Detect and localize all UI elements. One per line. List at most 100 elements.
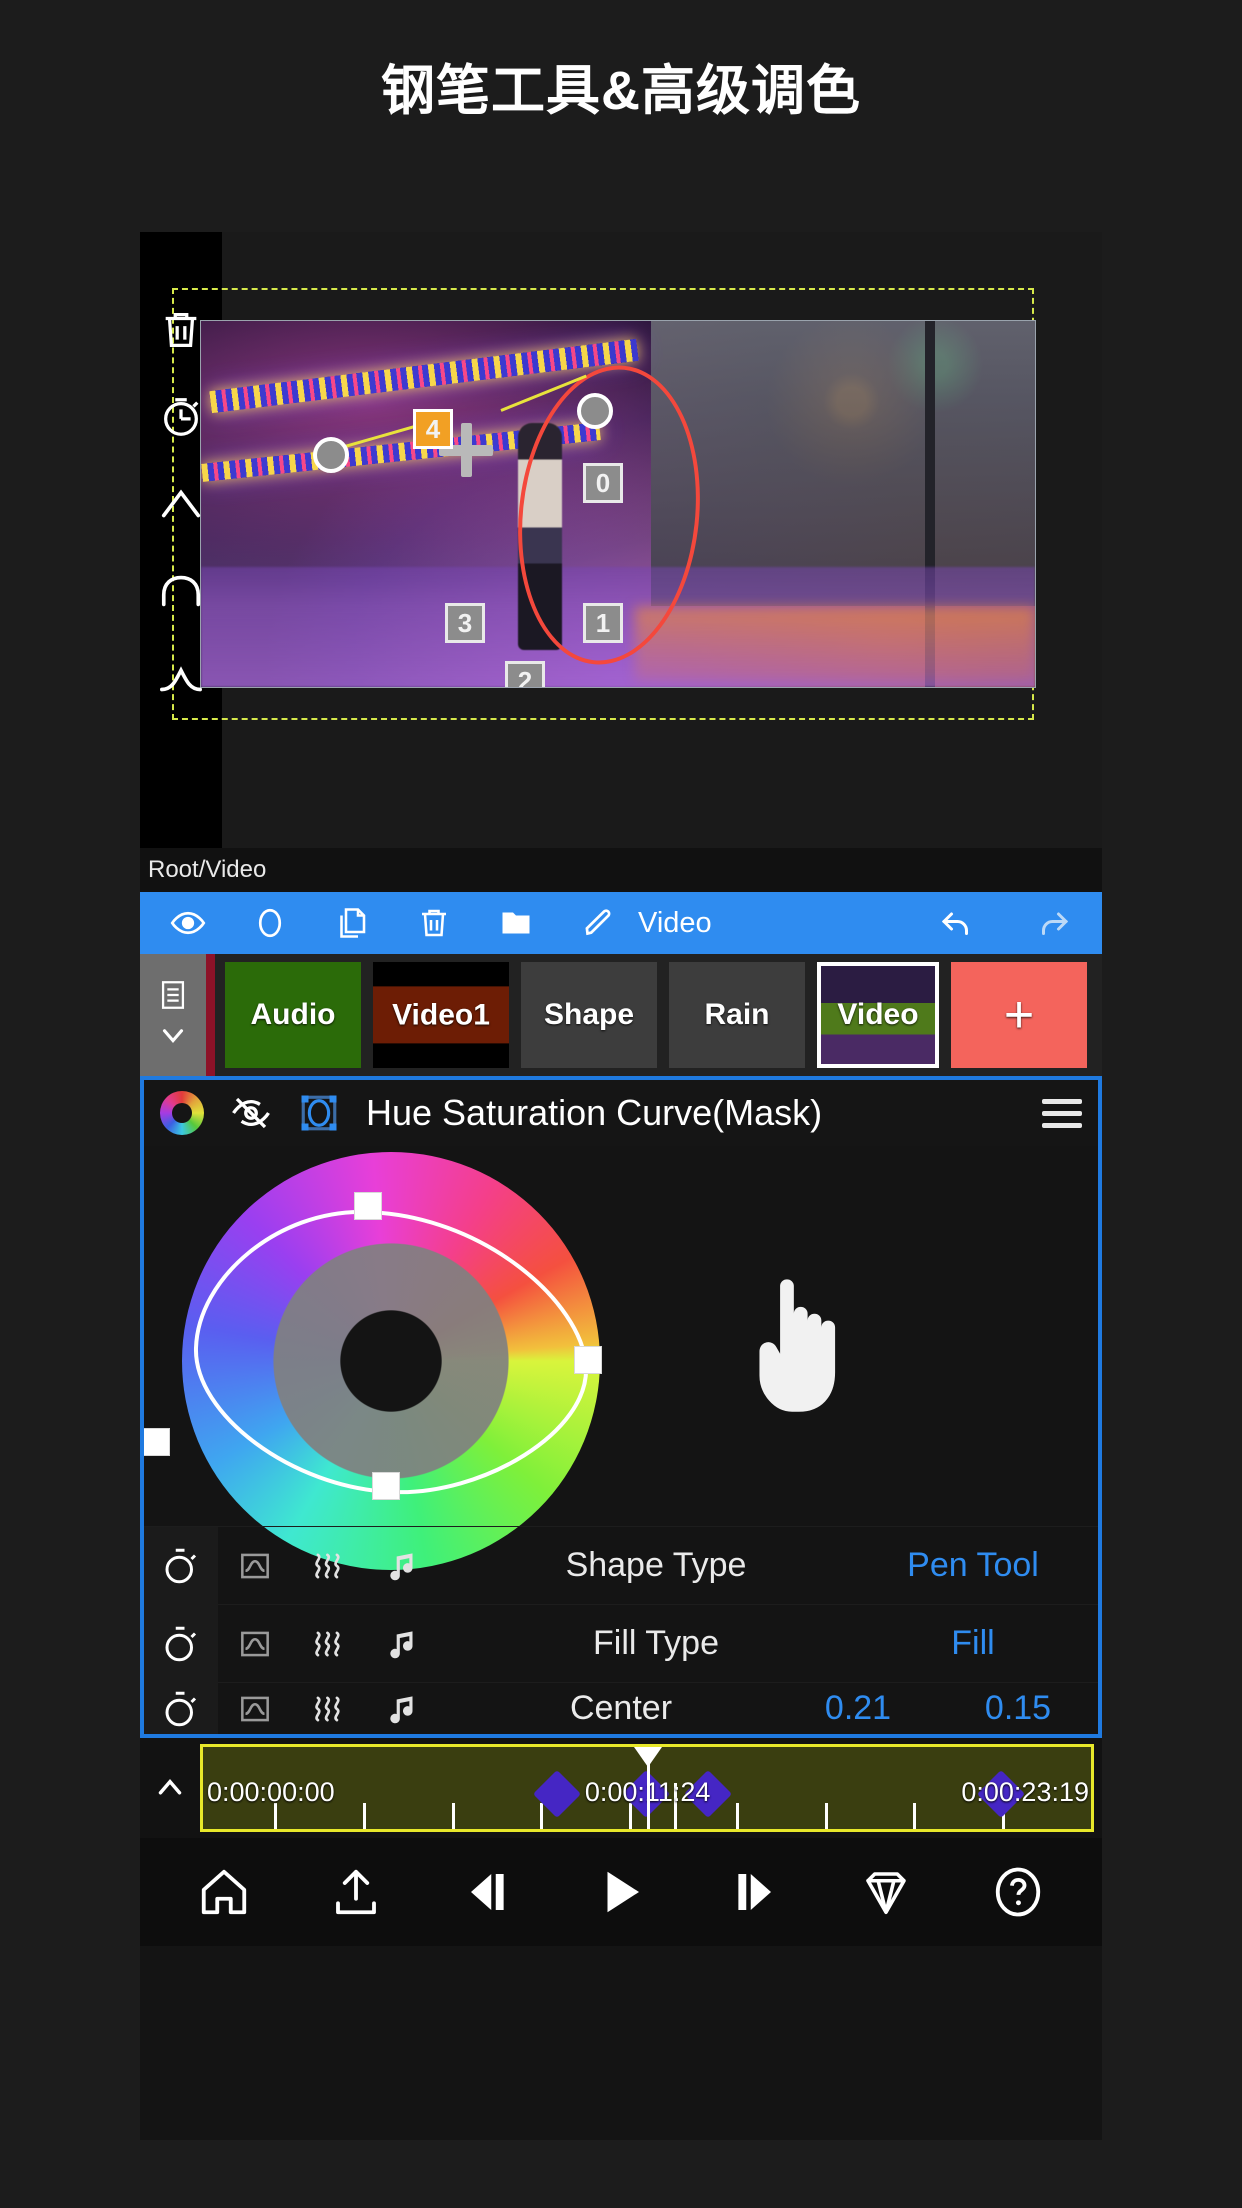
layer-list-toggle[interactable] [140, 954, 206, 1076]
effect-parameter-rows: Shape Type Pen Tool Fill Type Fill Cente… [144, 1526, 1098, 1734]
hue-saturation-wheel-area[interactable] [144, 1146, 1098, 1578]
pen-anchor-3[interactable]: 3 [445, 603, 485, 643]
bezier-point-tool[interactable] [153, 650, 209, 706]
home-icon [201, 1869, 247, 1915]
mask-bounds-icon[interactable] [298, 1092, 340, 1134]
effect-panel: Hue Saturation Curve(Mask) Shape Type Pe… [140, 1076, 1102, 1738]
duplicate-button[interactable] [326, 901, 378, 945]
layer-toolbar: Video [140, 892, 1102, 954]
music-note-icon[interactable] [366, 1625, 440, 1663]
effect-title: Hue Saturation Curve(Mask) [366, 1092, 823, 1133]
curve-node-bottom[interactable] [372, 1472, 400, 1500]
layer-label: Audio [250, 998, 336, 1031]
stopwatch-icon[interactable] [144, 1604, 218, 1683]
wave-icon[interactable] [292, 1690, 366, 1728]
question-circle-icon [995, 1867, 1040, 1917]
layer-label: Rain [704, 998, 770, 1031]
curve-node-top[interactable] [354, 1192, 382, 1220]
param-value[interactable]: Fill [848, 1624, 1098, 1663]
timeline-playhead[interactable] [634, 1747, 662, 1829]
music-note-icon[interactable] [366, 1547, 440, 1585]
timeline-track[interactable]: 0:00:00:00 0:00:11:24 0:00:23:19 [200, 1744, 1094, 1832]
home-button[interactable] [189, 1857, 259, 1927]
layer-band: Video1 [373, 986, 509, 1044]
color-wheel-icon[interactable] [160, 1091, 204, 1135]
curve-node-right[interactable] [574, 1346, 602, 1374]
curve-graph-icon[interactable] [218, 1547, 292, 1585]
layer-label: Shape [543, 998, 635, 1031]
music-note-icon[interactable] [366, 1690, 440, 1728]
chevron-up-icon [158, 1778, 182, 1795]
rename-button[interactable] [572, 901, 624, 945]
layer-strip: Audio Video1 Shape Rain Video + [140, 954, 1102, 1076]
layer-item-rain[interactable]: Rain [669, 962, 805, 1068]
bezier-handle-left[interactable] [313, 437, 349, 473]
param-value-x[interactable]: 0.21 [778, 1689, 938, 1728]
param-label: Fill Type [593, 1624, 719, 1662]
visibility-button[interactable] [162, 901, 214, 945]
pen-anchor-0[interactable]: 0 [583, 463, 623, 503]
param-row-fill-type[interactable]: Fill Type Fill [144, 1604, 1098, 1683]
layer-item-video1[interactable]: Video1 [373, 962, 509, 1068]
curve-node-left[interactable] [144, 1428, 170, 1456]
param-value[interactable]: Pen Tool [848, 1546, 1098, 1585]
hue-saturation-wheel[interactable] [182, 1152, 600, 1570]
pen-anchor-4[interactable]: 4 [413, 409, 453, 449]
bezier-handle-right[interactable] [577, 393, 613, 429]
video-preview-area[interactable]: 4 0 1 2 3 Root/Video [140, 232, 1102, 892]
undo-button[interactable] [930, 901, 982, 945]
layer-item-video-selected[interactable]: Video [817, 962, 939, 1068]
wave-icon[interactable] [292, 1625, 366, 1663]
diamond-icon [865, 1872, 906, 1915]
timeline-collapse-button[interactable] [140, 1738, 200, 1838]
stopwatch-icon[interactable] [144, 1526, 218, 1605]
page-title: 钢笔工具&高级调色 [381, 61, 861, 121]
param-row-shape-type[interactable]: Shape Type Pen Tool [144, 1526, 1098, 1605]
add-layer-button[interactable]: + [951, 962, 1087, 1068]
help-button[interactable] [983, 1857, 1053, 1927]
next-frame-button[interactable] [718, 1857, 788, 1927]
timer-tool[interactable] [153, 389, 209, 445]
layer-label: Video1 [392, 997, 490, 1031]
prev-frame-button[interactable] [454, 1857, 524, 1927]
redo-button[interactable] [1028, 901, 1080, 945]
street-reflection [634, 607, 1035, 681]
layer-item-shape[interactable]: Shape [521, 962, 657, 1068]
smooth-point-tool[interactable] [153, 563, 209, 619]
bottom-navigation [140, 1838, 1102, 1946]
curve-graph-icon[interactable] [218, 1625, 292, 1663]
export-button[interactable] [321, 1857, 391, 1927]
curve-graph-icon[interactable] [218, 1690, 292, 1728]
upload-icon [336, 1869, 377, 1915]
wave-icon[interactable] [292, 1547, 366, 1585]
play-button[interactable] [586, 1857, 656, 1927]
video-frame[interactable]: 4 0 1 2 3 [200, 320, 1036, 688]
effect-header: Hue Saturation Curve(Mask) [144, 1080, 1098, 1146]
param-label: Shape Type [565, 1546, 747, 1584]
screen-root: 钢笔工具&高级调色 4 0 1 2 3 Root/Video Video Aud… [0, 0, 1242, 2208]
eye-off-icon[interactable] [230, 1092, 272, 1134]
delete-button[interactable] [408, 901, 460, 945]
pro-button[interactable] [851, 1857, 921, 1927]
layer-name-label: Video [638, 906, 712, 939]
pen-tool-sidebar[interactable] [140, 288, 222, 720]
layer-label: Video [837, 998, 919, 1031]
mask-button[interactable] [244, 901, 296, 945]
param-value-y[interactable]: 0.15 [938, 1689, 1098, 1728]
param-row-center[interactable]: Center 0.21 0.15 [144, 1682, 1098, 1734]
hamburger-menu-icon[interactable] [1042, 1098, 1082, 1128]
pen-anchor-1[interactable]: 1 [583, 603, 623, 643]
building-backdrop [651, 321, 1035, 607]
layer-marker [206, 954, 215, 1076]
step-forward-icon [738, 1874, 772, 1910]
param-label: Center [569, 1689, 673, 1727]
folder-button[interactable] [490, 901, 542, 945]
layer-item-audio[interactable]: Audio [225, 962, 361, 1068]
app-window: 4 0 1 2 3 Root/Video Video Audio Video1 … [140, 232, 1102, 2140]
pen-anchor-2[interactable]: 2 [505, 661, 545, 687]
delete-tool[interactable] [153, 302, 209, 358]
corner-point-tool[interactable] [153, 476, 209, 532]
timeline-bar: 0:00:00:00 0:00:11:24 0:00:23:19 [140, 1738, 1102, 1838]
hand-cursor-icon [759, 1279, 836, 1412]
stopwatch-icon[interactable] [144, 1683, 218, 1734]
